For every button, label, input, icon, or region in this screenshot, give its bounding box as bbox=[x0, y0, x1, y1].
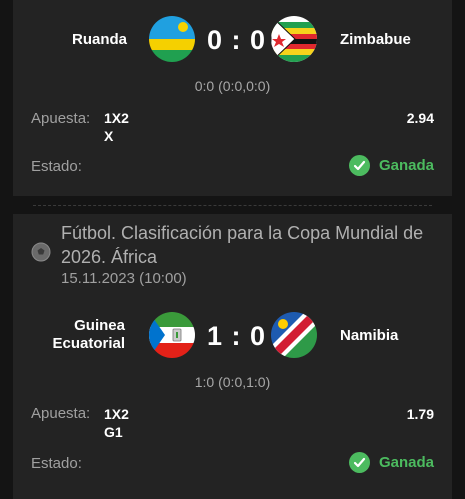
bet-selection: X bbox=[104, 128, 114, 144]
bet-odds: 1.79 bbox=[406, 406, 434, 422]
period-scores: 0:0 (0:0,0:0) bbox=[194, 78, 271, 94]
status-badge: Ganada bbox=[348, 452, 434, 473]
bet-card-1[interactable]: Ruanda 0 : 0 Zimbabue 0:0 (0:0,0:0) Apue… bbox=[13, 0, 452, 196]
status-label: Estado: bbox=[31, 455, 82, 472]
bet-market: 1X2 bbox=[104, 110, 129, 126]
home-team-line2: Ecuatorial bbox=[52, 335, 125, 352]
match-score: 0 : 0 bbox=[207, 25, 267, 55]
bet-label: Apuesta: bbox=[31, 110, 91, 127]
away-team-name: Zimbabue bbox=[340, 31, 411, 48]
away-team-name: Namibia bbox=[340, 327, 399, 344]
status-label: Estado: bbox=[31, 158, 82, 175]
home-team-name: Guinea Ecuatorial bbox=[47, 317, 125, 353]
status-text: Ganada bbox=[378, 157, 434, 174]
league-title: Fútbol. Clasificación para la Copa Mundi… bbox=[61, 223, 424, 267]
status-text: Ganada bbox=[378, 454, 434, 471]
ticket-notch-right bbox=[443, 196, 461, 214]
bet-odds: 2.94 bbox=[406, 110, 434, 126]
namibia-flag-icon bbox=[271, 312, 317, 358]
rwanda-flag-icon bbox=[149, 16, 195, 62]
home-team-name: Ruanda bbox=[72, 31, 128, 48]
check-icon bbox=[348, 155, 370, 176]
bet-card-2[interactable]: Fútbol. Clasificación para la Copa Mundi… bbox=[13, 214, 452, 499]
period-scores: 1:0 (0:0,1:0) bbox=[194, 374, 271, 390]
match-score: 1 : 0 bbox=[207, 321, 267, 351]
ticket-divider bbox=[33, 205, 432, 206]
bet-selection: G1 bbox=[104, 424, 123, 440]
match-datetime: 15.11.2023 (10:00) bbox=[61, 270, 187, 287]
bet-market: 1X2 bbox=[104, 406, 129, 422]
check-icon bbox=[348, 452, 370, 473]
bet-label: Apuesta: bbox=[31, 405, 91, 422]
soccer-ball-icon bbox=[31, 242, 51, 262]
equatorial-guinea-flag-icon bbox=[149, 312, 195, 358]
ticket-notch-left bbox=[4, 196, 22, 214]
home-team-line1: Guinea bbox=[74, 317, 125, 334]
zimbabwe-flag-icon bbox=[271, 16, 317, 62]
status-badge: Ganada bbox=[348, 155, 434, 176]
